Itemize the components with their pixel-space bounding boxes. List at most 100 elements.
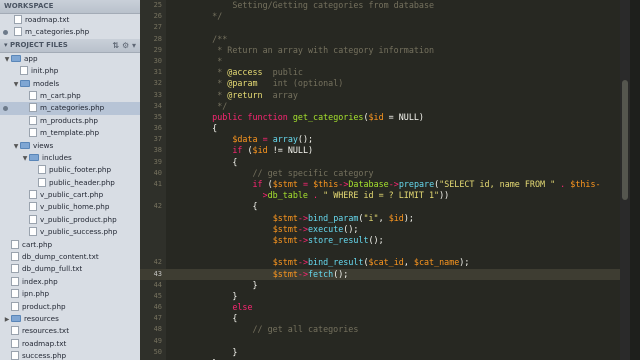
tree-file[interactable]: index.php	[0, 276, 140, 288]
tree-file[interactable]: product.php	[0, 301, 140, 313]
tree-file[interactable]: v_public_home.php	[0, 201, 140, 213]
tree-file[interactable]: success.php	[0, 350, 140, 360]
code-line[interactable]: 37 $data = array();	[140, 134, 630, 145]
line-number: 46	[153, 303, 162, 312]
folder-icon	[29, 153, 39, 161]
gear-icon[interactable]: ⚙	[122, 41, 129, 50]
code-line[interactable]: 46 else	[140, 302, 630, 313]
code-line[interactable]: 42 $stmt->bind_result($cat_id, $cat_name…	[140, 257, 630, 268]
code-line[interactable]: 30 *	[140, 56, 630, 67]
tree-folder[interactable]: ▼ app	[0, 53, 140, 65]
code-line[interactable]: 31 * @access public	[140, 67, 630, 78]
line-number: 32	[153, 79, 162, 88]
code-line[interactable]: 38 if ($id != NULL)	[140, 145, 630, 156]
file-icon	[20, 66, 28, 76]
editor-scrollbar[interactable]	[620, 0, 630, 360]
tree-file[interactable]: ipn.php	[0, 288, 140, 300]
tree-file[interactable]: cart.php	[0, 239, 140, 251]
code-text: >db_table . " WHERE id = ? LIMIT 1"))	[192, 190, 450, 201]
tree-file[interactable]: public_footer.php	[0, 164, 140, 176]
tree-file[interactable]: m_template.php	[0, 127, 140, 139]
code-token: ->	[388, 179, 399, 189]
tree-folder[interactable]: ▼ views	[0, 140, 140, 152]
code-text: *	[192, 56, 222, 67]
tree-file[interactable]: init.php	[0, 65, 140, 77]
code-token: (	[262, 179, 273, 189]
code-line[interactable]: 25 Setting/Getting categories from datab…	[140, 0, 630, 11]
code-line[interactable]: >db_table . " WHERE id = ? LIMIT 1"))	[140, 190, 630, 201]
code-line[interactable]: 29 * Return an array with category infor…	[140, 45, 630, 56]
code-line[interactable]: 34 */	[140, 101, 630, 112]
tree-file[interactable]: m_cart.php	[0, 90, 140, 102]
line-number: 26	[153, 12, 162, 21]
file-icon	[11, 252, 19, 262]
tree-folder[interactable]: ▶ resources	[0, 313, 140, 325]
code-line[interactable]: 50 }	[140, 347, 630, 358]
line-number: 39	[153, 157, 162, 166]
code-token: (	[242, 145, 253, 156]
code-line[interactable]: 40 // get specific category	[140, 168, 630, 179]
code-line[interactable]: 44 }	[140, 280, 630, 291]
code-line[interactable]	[140, 246, 630, 257]
open-file-item[interactable]: m_categories.php	[0, 26, 140, 38]
file-tree: ▼ app init.php ▼ models m_cart.php m_categorie…	[0, 53, 140, 360]
code-line[interactable]: 41 if ($stmt = $this->Database->prepare(…	[140, 179, 630, 190]
code-line[interactable]: 43 $stmt->fetch();	[140, 268, 630, 280]
line-number: 38	[153, 146, 162, 155]
tree-file[interactable]: db_dump_content.txt	[0, 251, 140, 263]
sort-icon[interactable]: ⇅	[113, 41, 120, 50]
tree-file[interactable]: resources.txt	[0, 325, 140, 337]
code-token: ->	[297, 268, 308, 279]
code-token: ();	[368, 234, 384, 245]
code-line[interactable]: 39 {	[140, 157, 630, 168]
scroll-thumb[interactable]	[622, 80, 628, 200]
code-text: /**	[192, 34, 227, 45]
line-number: 27	[153, 23, 162, 32]
tree-item-label: views	[33, 140, 54, 150]
code-token: // get all categories	[192, 324, 359, 335]
code-line[interactable]: 28 /**	[140, 34, 630, 45]
tree-item-label: index.php	[22, 276, 58, 286]
tree-file[interactable]: v_public_product.php	[0, 214, 140, 226]
code-line[interactable]: $stmt->bind_param("i", $id);	[140, 213, 630, 224]
code-line[interactable]: 36 {	[140, 123, 630, 134]
code-line[interactable]: 45 }	[140, 291, 630, 302]
code-token: $stmt	[272, 257, 298, 268]
file-icon	[29, 214, 37, 224]
code-area[interactable]: 25 Setting/Getting categories from datab…	[140, 0, 630, 360]
code-token: "i"	[363, 212, 379, 223]
chevron-down-icon[interactable]: ▾	[132, 41, 136, 50]
tree-folder[interactable]: ▼ models	[0, 78, 140, 90]
code-token: $stmt	[272, 223, 298, 234]
tree-file[interactable]: m_products.php	[0, 115, 140, 127]
tree-file[interactable]: roadmap.txt	[0, 338, 140, 350]
code-line[interactable]: $stmt->execute();	[140, 224, 630, 235]
code-line[interactable]: 49	[140, 336, 630, 347]
code-token: $stmt	[272, 179, 298, 189]
code-token: execute	[308, 223, 344, 234]
code-line[interactable]: 32 * @param int (optional)	[140, 78, 630, 89]
tree-file[interactable]: m_categories.php	[0, 102, 140, 115]
tree-file[interactable]: public_header.php	[0, 177, 140, 189]
code-editor[interactable]: 25 Setting/Getting categories from datab…	[140, 0, 630, 360]
code-line[interactable]: 42 {	[140, 201, 630, 212]
tree-file[interactable]: v_public_cart.php	[0, 189, 140, 201]
line-number: 42	[153, 258, 162, 267]
tree-folder[interactable]: ▼ includes	[0, 152, 140, 164]
code-token: $id	[388, 212, 404, 223]
tree-file[interactable]: db_dump_full.txt	[0, 263, 140, 275]
code-line[interactable]: $stmt->store_result();	[140, 235, 630, 246]
code-line[interactable]: 33 * @return array	[140, 90, 630, 101]
tree-file[interactable]: v_public_success.php	[0, 226, 140, 238]
open-file-item[interactable]: roadmap.txt	[0, 14, 140, 26]
code-token: else	[232, 302, 253, 313]
code-line[interactable]: 48 // get all categories	[140, 324, 630, 335]
code-line[interactable]: 27	[140, 22, 630, 33]
code-text: public function get_categories($id = NUL…	[192, 112, 424, 123]
code-token: }	[192, 346, 238, 357]
code-line[interactable]: 26 */	[140, 11, 630, 22]
code-line[interactable]: 47 {	[140, 313, 630, 324]
code-text: * @param int (optional)	[192, 78, 343, 89]
code-line[interactable]: 35 public function get_categories($id = …	[140, 112, 630, 123]
